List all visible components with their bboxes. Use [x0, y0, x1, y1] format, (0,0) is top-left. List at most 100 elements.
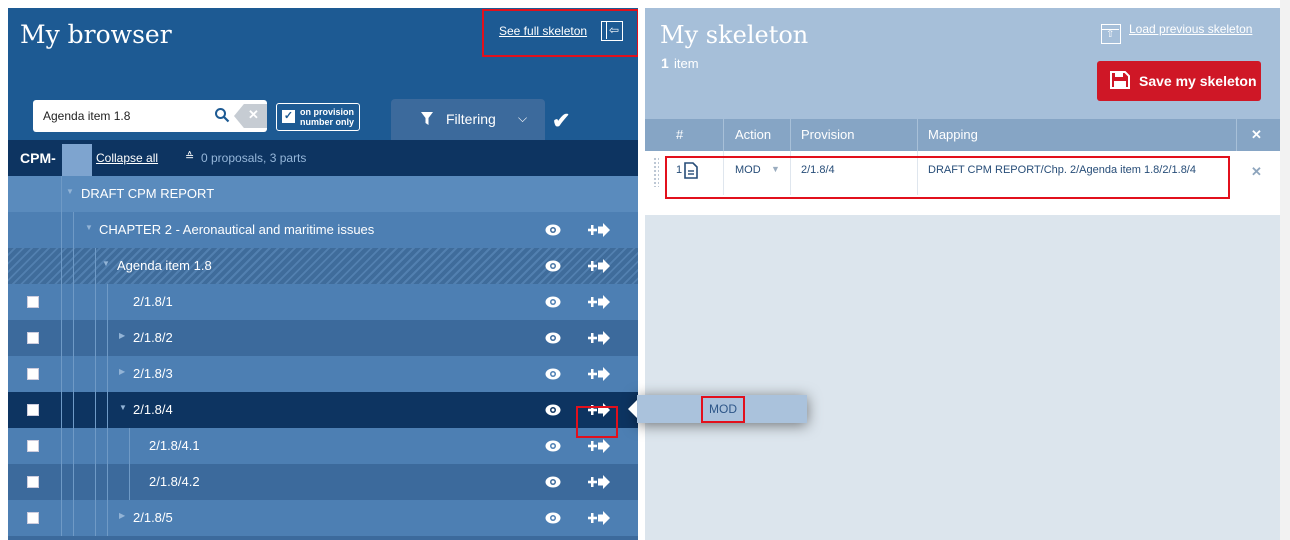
tree-row-label: 2/1.8/1: [133, 294, 173, 309]
expand-panel-icon[interactable]: ⇦: [601, 21, 623, 41]
tree-row-chapter-2[interactable]: ▼ CHAPTER 2 - Aeronautical and maritime …: [8, 212, 638, 248]
tree-row-label: 2/1.8/4: [133, 402, 173, 417]
tree-row-2-1-8-2[interactable]: ▶ 2/1.8/2: [8, 320, 638, 356]
col-action-header: Action: [735, 127, 772, 142]
eye-icon[interactable]: [545, 475, 561, 489]
remove-all-icon[interactable]: ✕: [1251, 127, 1262, 143]
row-checkbox[interactable]: [27, 296, 39, 308]
eye-icon[interactable]: [545, 439, 561, 453]
apply-filter-check-icon[interactable]: ✔: [552, 108, 570, 134]
eye-icon[interactable]: [545, 403, 561, 417]
tree-row-agenda-item-1-8[interactable]: ▼ Agenda item 1.8: [8, 248, 638, 284]
skeleton-count-label: item: [674, 56, 699, 71]
eye-icon[interactable]: [545, 511, 561, 525]
expand-arrow-icon[interactable]: ▶: [119, 331, 125, 340]
skeleton-panel: My skeleton 1 item ⇧ Load previous skele…: [645, 8, 1280, 540]
collapse-all-link[interactable]: Collapse all: [96, 151, 158, 165]
eye-icon[interactable]: [545, 223, 561, 237]
drag-handle-icon[interactable]: [653, 157, 659, 187]
col-num-header: #: [676, 127, 684, 142]
tree-row-label: 2/1.8/5: [133, 510, 173, 525]
expand-arrow-icon[interactable]: ▶: [119, 511, 125, 520]
skeleton-row-highlight: [665, 156, 1230, 199]
row-checkbox[interactable]: [27, 368, 39, 380]
col-mapping-header: Mapping: [928, 127, 978, 142]
save-skeleton-button[interactable]: Save my skeleton: [1097, 61, 1261, 101]
add-to-skeleton-highlight: [576, 406, 618, 438]
tree-row-label: 2/1.8/2: [133, 330, 173, 345]
expand-arrow-icon[interactable]: ▼: [102, 259, 110, 268]
tree-row-label: 2/1.8/4.2: [149, 474, 200, 489]
expand-arrow-icon[interactable]: ▼: [85, 223, 93, 232]
search-box: ✕: [33, 100, 267, 132]
eye-icon[interactable]: [545, 295, 561, 309]
search-icon[interactable]: [214, 107, 230, 123]
skeleton-count: 1: [661, 55, 669, 71]
remove-row-icon[interactable]: ✕: [1251, 164, 1262, 180]
window-edge: [1280, 0, 1290, 540]
expand-arrow-icon[interactable]: ▶: [119, 367, 125, 376]
search-input[interactable]: [33, 100, 213, 132]
tree-row-label: CHAPTER 2 - Aeronautical and maritime is…: [99, 222, 375, 237]
tree-row-2-1-8-3[interactable]: ▶ 2/1.8/3: [8, 356, 638, 392]
browser-title: My browser: [20, 20, 172, 49]
browser-panel: My browser See full skeleton ⇦ ✕ ✓ on pr…: [8, 8, 638, 540]
add-to-skeleton-icon[interactable]: [588, 294, 610, 310]
cpm-bar: CPM- Collapse all ≙ 0 proposals, 3 parts: [8, 140, 638, 176]
add-to-skeleton-icon[interactable]: [588, 258, 610, 274]
tree-row-label: DRAFT CPM REPORT: [81, 186, 215, 201]
skeleton-table-header: # Action Provision Mapping ✕: [645, 119, 1280, 151]
row-checkbox[interactable]: [27, 476, 39, 488]
provision-only-label: on provision number only: [300, 107, 355, 127]
expand-arrow-icon[interactable]: ▼: [66, 187, 74, 196]
filter-icon: [421, 112, 433, 125]
tree-row-2-1-8-4-2[interactable]: 2/1.8/4.2: [8, 464, 638, 500]
add-to-skeleton-icon[interactable]: [588, 222, 610, 238]
clear-icon: ✕: [248, 107, 259, 122]
row-checkbox[interactable]: [27, 332, 39, 344]
load-previous-skeleton-link[interactable]: Load previous skeleton: [1129, 22, 1252, 36]
clear-search-button[interactable]: ✕: [234, 104, 267, 128]
tree-row-label: Agenda item 1.8: [117, 258, 212, 273]
popup-mod-option[interactable]: MOD: [701, 396, 745, 423]
save-icon: [1110, 71, 1130, 89]
tree-row-label: 2/1.8/4.1: [149, 438, 200, 453]
see-full-skeleton-box: See full skeleton ⇦: [482, 9, 638, 57]
add-to-skeleton-icon[interactable]: [588, 366, 610, 382]
skeleton-header: My skeleton 1 item ⇧ Load previous skele…: [645, 8, 1280, 119]
row-checkbox[interactable]: [27, 512, 39, 524]
cpm-stats: 0 proposals, 3 parts: [201, 151, 307, 165]
col-provision-header: Provision: [801, 127, 855, 142]
row-checkbox[interactable]: [27, 404, 39, 416]
see-full-skeleton-link[interactable]: See full skeleton: [499, 24, 587, 38]
table-row[interactable]: 1 MOD ▼ 2/1.8/4 DRAFT CPM REPORT/Chp. 2/…: [645, 151, 1280, 215]
collapse-icon[interactable]: ≙: [185, 150, 194, 163]
eye-icon[interactable]: [545, 331, 561, 345]
eye-icon[interactable]: [545, 367, 561, 381]
eye-icon[interactable]: [545, 259, 561, 273]
tree-row-2-1-8-4-1[interactable]: 2/1.8/4.1: [8, 428, 638, 464]
check-icon: ✓: [282, 110, 295, 123]
popup-pointer: [628, 400, 637, 418]
tree-row-label: 2/1.8/3: [133, 366, 173, 381]
filtering-label: Filtering: [446, 111, 496, 127]
add-to-skeleton-icon[interactable]: [588, 438, 610, 454]
add-to-skeleton-icon[interactable]: [588, 330, 610, 346]
action-popup: MOD: [628, 395, 807, 423]
tree-row-2-1-8-5[interactable]: ▶ 2/1.8/5: [8, 500, 638, 536]
add-to-skeleton-icon[interactable]: [588, 474, 610, 490]
add-to-skeleton-icon[interactable]: [588, 510, 610, 526]
browser-header: My browser See full skeleton ⇦ ✕ ✓ on pr…: [8, 8, 638, 140]
load-icon[interactable]: ⇧: [1101, 24, 1121, 44]
row-checkbox[interactable]: [27, 440, 39, 452]
tree-row-2-1-8-4[interactable]: ▼ 2/1.8/4: [8, 392, 638, 428]
tree-row-draft-cpm-report[interactable]: ▼ DRAFT CPM REPORT: [8, 176, 638, 212]
provision-only-toggle[interactable]: ✓ on provision number only: [276, 103, 360, 131]
filtering-tab[interactable]: Filtering ⌵: [391, 99, 545, 140]
cpm-prefix: CPM-: [20, 150, 56, 166]
skeleton-title: My skeleton: [660, 21, 809, 49]
cpm-selector[interactable]: [62, 144, 92, 176]
tree-row-2-1-8-1[interactable]: 2/1.8/1: [8, 284, 638, 320]
save-skeleton-label: Save my skeleton: [1139, 73, 1257, 89]
expand-arrow-icon[interactable]: ▼: [119, 403, 127, 412]
